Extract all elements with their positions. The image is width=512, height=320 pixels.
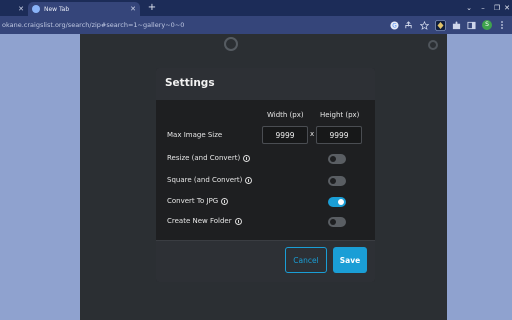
puzzle-icon[interactable] [450, 19, 462, 31]
page-logo [224, 37, 242, 51]
tab-label: New Tab [44, 5, 70, 13]
resize-toggle[interactable] [328, 154, 346, 164]
info-icon[interactable] [221, 197, 229, 205]
toggle-knob [330, 178, 336, 184]
option-resize-label: Resize (and Convert) [167, 154, 251, 162]
modal-header: Settings [156, 68, 375, 100]
profile-avatar[interactable]: S [481, 19, 493, 31]
chevron-down-icon[interactable]: ⌄ [462, 2, 476, 14]
google-icon[interactable]: G [388, 19, 400, 31]
new-tab-plus-icon[interactable]: + [146, 2, 158, 14]
square-toggle[interactable] [328, 176, 346, 186]
star-icon[interactable] [418, 19, 430, 31]
settings-modal: Settings Width (px) Height (px) Max Imag… [156, 68, 375, 282]
option-text: Create New Folder [167, 217, 232, 225]
toggle-knob [330, 156, 336, 162]
toggle-knob [338, 199, 344, 205]
option-text: Square (and Convert) [167, 176, 243, 184]
info-icon[interactable] [245, 176, 253, 184]
svg-text:G: G [392, 23, 397, 29]
globe-icon [32, 5, 40, 13]
convert-jpg-toggle[interactable] [328, 197, 346, 207]
browser-tab-strip: ✕ New Tab ✕ + ⌄ – ❐ ✕ [0, 0, 512, 16]
share-icon[interactable] [402, 19, 414, 31]
close-icon[interactable]: ✕ [18, 5, 24, 13]
width-input[interactable] [262, 126, 308, 144]
new-folder-toggle[interactable] [328, 217, 346, 227]
info-icon[interactable] [234, 217, 242, 225]
kebab-menu-icon[interactable] [496, 19, 508, 31]
browser-tab-previous[interactable]: ✕ [0, 2, 28, 16]
option-convert-jpg-label: Convert To JPG [167, 197, 229, 205]
minimize-icon[interactable]: – [476, 2, 490, 14]
height-input[interactable] [316, 126, 362, 144]
extension-active-icon[interactable] [434, 19, 446, 31]
close-icon[interactable]: ✕ [130, 5, 136, 13]
height-column-header: Height (px) [320, 111, 360, 119]
toggle-knob [330, 219, 336, 225]
browser-toolbar: okane.craigslist.org/search/zip#search=1… [0, 16, 512, 34]
logo-ring-icon [224, 37, 238, 51]
window-close-icon[interactable]: ✕ [500, 2, 512, 14]
browser-tab-new-tab[interactable]: New Tab ✕ [28, 2, 140, 16]
cancel-button[interactable]: Cancel [285, 247, 327, 273]
info-icon[interactable] [243, 154, 251, 162]
save-button[interactable]: Save [333, 247, 367, 273]
sidebar-icon[interactable] [465, 19, 477, 31]
max-image-size-text: Max Image Size [167, 131, 223, 139]
option-square-label: Square (and Convert) [167, 176, 253, 184]
modal-title: Settings [165, 77, 215, 89]
times-symbol: x [310, 130, 315, 138]
option-text: Resize (and Convert) [167, 154, 241, 162]
option-text: Convert To JPG [167, 197, 219, 205]
profile-initial: S [482, 20, 492, 30]
width-column-header: Width (px) [267, 111, 304, 119]
option-new-folder-label: Create New Folder [167, 217, 242, 225]
max-image-size-label: Max Image Size [167, 131, 222, 139]
address-bar[interactable]: okane.craigslist.org/search/zip#search=1… [0, 18, 400, 32]
gear-icon [428, 40, 438, 50]
